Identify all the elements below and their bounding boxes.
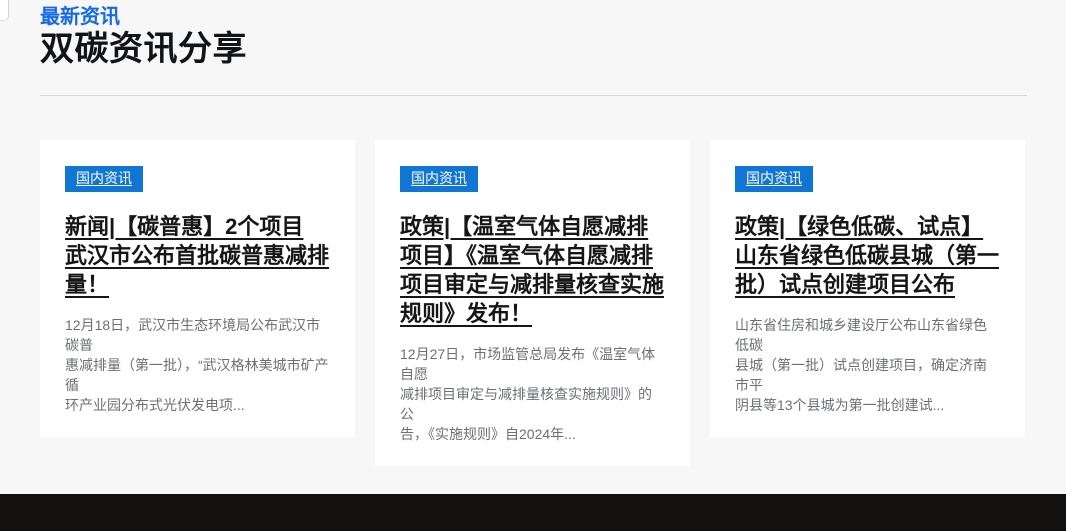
category-badge[interactable]: 国内资讯 bbox=[400, 166, 478, 192]
news-card-list: 国内资讯 新闻|【碳普惠】2个项目 武汉市公布首批碳普惠减排 量！ 12月18日… bbox=[40, 140, 1026, 466]
news-card-excerpt: 12月27日，市场监管总局发布《温室气体自愿 减排项目审定与减排量核查实施规则》… bbox=[400, 344, 665, 444]
news-card-excerpt: 山东省住房和城乡建设厅公布山东省绿色低碳 县城（第一批）试点创建项目，确定济南市… bbox=[735, 315, 1000, 415]
window-edge-tab bbox=[0, 0, 9, 21]
news-card-title-link[interactable]: 政策|【温室气体自愿减排 项目】《温室气体自愿减排 项目审定与减排量核查实施 规… bbox=[400, 212, 665, 328]
section-eyebrow-link[interactable]: 最新资讯 bbox=[40, 6, 120, 28]
news-card[interactable]: 国内资讯 政策|【温室气体自愿减排 项目】《温室气体自愿减排 项目审定与减排量核… bbox=[375, 140, 690, 466]
news-card[interactable]: 国内资讯 新闻|【碳普惠】2个项目 武汉市公布首批碳普惠减排 量！ 12月18日… bbox=[40, 140, 355, 437]
news-card-title-link[interactable]: 新闻|【碳普惠】2个项目 武汉市公布首批碳普惠减排 量！ bbox=[65, 212, 330, 299]
news-section: 最新资讯 双碳资讯分享 国内资讯 新闻|【碳普惠】2个项目 武汉市公布首批碳普惠… bbox=[40, 6, 1026, 466]
news-card[interactable]: 国内资讯 政策|【绿色低碳、试点】 山东省绿色低碳县城（第一 批）试点创建项目公… bbox=[710, 140, 1025, 437]
section-divider bbox=[40, 95, 1027, 96]
news-card-title-link[interactable]: 政策|【绿色低碳、试点】 山东省绿色低碳县城（第一 批）试点创建项目公布 bbox=[735, 212, 1000, 299]
footer-bar bbox=[0, 494, 1066, 531]
page-title: 双碳资讯分享 bbox=[40, 28, 1026, 70]
category-badge[interactable]: 国内资讯 bbox=[735, 166, 813, 192]
news-card-excerpt: 12月18日，武汉市生态环境局公布武汉市碳普 惠减排量（第一批），“武汉格林美城… bbox=[65, 315, 330, 415]
category-badge[interactable]: 国内资讯 bbox=[65, 166, 143, 192]
